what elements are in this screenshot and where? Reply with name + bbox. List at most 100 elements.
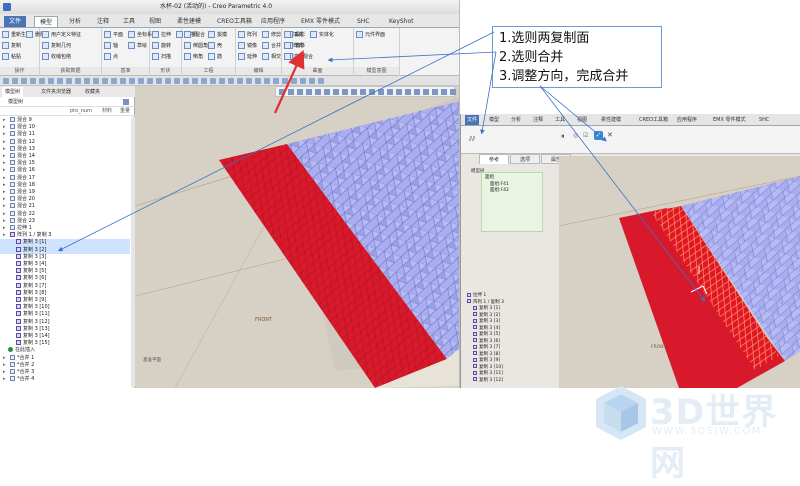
view-toolbar-icon[interactable] xyxy=(396,89,402,95)
tree-2-item[interactable]: 复制 3 [2] xyxy=(473,312,500,318)
ribbon-button[interactable]: 草绘 xyxy=(128,42,147,49)
view-toolbar-icon[interactable] xyxy=(405,89,411,95)
tree-2-item[interactable]: 复制 3 [5] xyxy=(473,331,500,337)
ribbon-button[interactable]: 坐标系 xyxy=(128,31,152,38)
preview-icon[interactable]: ◎ xyxy=(573,132,578,139)
ribbon-button[interactable]: 倒圆角 xyxy=(184,42,208,49)
view-toolbar-icon[interactable] xyxy=(351,89,357,95)
toolbar-icon[interactable] xyxy=(300,78,306,84)
toolbar-icon[interactable] xyxy=(228,78,234,84)
nav-tab[interactable]: 文件夹浏览器 xyxy=(38,87,74,97)
expand-arrow-icon[interactable]: ▸ xyxy=(3,196,6,203)
view-toolbar-icon[interactable] xyxy=(315,89,321,95)
tree-item[interactable]: 复制 3 [2] xyxy=(0,246,130,254)
tree-item[interactable]: ▸ 混合 22 xyxy=(0,210,130,218)
expand-arrow-icon[interactable]: ▸ xyxy=(3,124,6,131)
tree-item[interactable]: 复制 3 [7] xyxy=(0,282,130,290)
toolbar-icon[interactable] xyxy=(3,78,9,84)
expand-arrow-icon[interactable]: ▸ xyxy=(3,182,6,189)
tree-item[interactable]: 复制 3 [12] xyxy=(0,318,130,326)
toolbar-icon[interactable] xyxy=(201,78,207,84)
tree-item[interactable]: 在此插入 xyxy=(0,347,130,354)
tree-item[interactable]: ▸ *合并 1 xyxy=(0,354,130,362)
expand-arrow-icon[interactable]: ▸ xyxy=(3,369,6,376)
toolbar-icon[interactable] xyxy=(39,78,45,84)
verify-icon[interactable]: ☑ xyxy=(583,132,588,139)
ribbon-group-label[interactable]: 编辑 xyxy=(236,67,281,75)
tree-item[interactable]: 复制 3 [14] xyxy=(0,333,130,340)
ribbon-button[interactable]: 复制几何 xyxy=(42,42,71,49)
menu-tab-2[interactable]: 模型 xyxy=(487,115,501,125)
toolbar-icon[interactable] xyxy=(111,78,117,84)
expand-arrow-icon[interactable]: ▸ xyxy=(3,218,6,225)
tree-2-item[interactable]: 拉伸 1 xyxy=(467,292,486,298)
ribbon-button[interactable]: 边界混合 xyxy=(284,53,313,60)
toolbar-icon[interactable] xyxy=(309,78,315,84)
ribbon-button[interactable]: 收缩包络 xyxy=(42,53,71,60)
ribbon-button[interactable]: 复制 xyxy=(2,42,21,49)
toolbar-icon[interactable] xyxy=(138,78,144,84)
merge-icons[interactable]: ⫽⫽ xyxy=(469,135,475,144)
ribbon-group-label[interactable]: 模型意图 xyxy=(354,67,399,75)
ribbon-button[interactable]: 样式 xyxy=(284,42,303,49)
view-toolbar-icon[interactable] xyxy=(369,89,375,95)
menu-tab-2[interactable]: 工具 xyxy=(553,115,567,125)
tree-2-item[interactable]: 复制 3 [4] xyxy=(473,325,500,331)
ribbon-button[interactable]: 拉伸 xyxy=(152,31,171,38)
merge-subtab[interactable]: 选项 xyxy=(510,154,540,164)
tree-2-item[interactable]: 复制 3 [11] xyxy=(473,370,503,376)
menu-tab[interactable]: KeyShot xyxy=(384,16,419,27)
menu-tab[interactable]: 应用程序 xyxy=(256,16,290,27)
tree-item[interactable]: ▸ 混合 11 xyxy=(0,131,130,138)
toolbar-icon[interactable] xyxy=(75,78,81,84)
toolbar-icon[interactable] xyxy=(192,78,198,84)
toolbar-icon[interactable] xyxy=(264,78,270,84)
tree-2-item[interactable]: 复制 3 [7] xyxy=(473,344,500,350)
toolbar-icon[interactable] xyxy=(66,78,72,84)
view-toolbar-icon[interactable] xyxy=(297,89,303,95)
graphics-viewport-2[interactable]: FRONT xyxy=(559,156,800,388)
column-material[interactable]: 材料 xyxy=(102,107,112,116)
ref-item-2[interactable]: 面组:F42 xyxy=(482,187,542,193)
tree-item[interactable]: ▸ 混合 16 xyxy=(0,167,130,174)
nav-tab[interactable]: 模型树 xyxy=(2,87,24,97)
view-toolbar-icon[interactable] xyxy=(306,89,312,95)
references-box[interactable]: 面组 面组:F41 面组:F42 xyxy=(481,172,543,232)
expand-arrow-icon[interactable]: ▸ xyxy=(3,189,6,196)
ribbon-button[interactable]: 相交 xyxy=(262,53,281,60)
toolbar-icon[interactable] xyxy=(273,78,279,84)
ribbon-button[interactable]: 阵列 xyxy=(238,31,257,38)
menu-tab-2[interactable]: 柔性建模 xyxy=(599,115,623,125)
toolbar-icon[interactable] xyxy=(174,78,180,84)
tree-item[interactable]: 复制 3 [11] xyxy=(0,311,130,318)
expand-arrow-icon[interactable]: ▸ xyxy=(3,117,6,124)
column-weight[interactable]: 重量 xyxy=(120,107,130,116)
menu-tab[interactable]: 工具 xyxy=(118,16,140,27)
expand-arrow-icon[interactable]: ▸ xyxy=(3,211,6,218)
menu-tab[interactable]: 柔性建模 xyxy=(172,16,206,27)
toolbar-icon[interactable] xyxy=(291,78,297,84)
ribbon-button[interactable]: 拔模 xyxy=(208,31,227,38)
ribbon-button[interactable]: 用户定义特征 xyxy=(42,31,81,38)
ribbon-group-label[interactable]: 基准 xyxy=(102,67,149,75)
tree-item[interactable]: ▸ 混合 17 xyxy=(0,174,130,182)
ribbon-button[interactable]: 粘贴 xyxy=(2,53,21,60)
menu-tab[interactable]: 分析 xyxy=(64,16,86,27)
menu-tab-2[interactable]: CREO工具箱 xyxy=(637,115,670,125)
view-toolbar-icon[interactable] xyxy=(342,89,348,95)
tree-2-item[interactable]: 复制 3 [12] xyxy=(473,377,503,383)
menu-tab-2[interactable]: 视图 xyxy=(575,115,589,125)
toolbar-icon[interactable] xyxy=(255,78,261,84)
toolbar-icon[interactable] xyxy=(48,78,54,84)
ribbon-group-label[interactable]: 操作 xyxy=(0,67,39,75)
view-toolbar-icon[interactable] xyxy=(432,89,438,95)
ribbon-group-label[interactable]: 形状 xyxy=(150,67,181,75)
cancel-icon[interactable]: ✕ xyxy=(607,131,613,139)
menu-tab[interactable]: SHC xyxy=(352,16,375,27)
expand-arrow-icon[interactable]: ▸ xyxy=(3,376,6,383)
ribbon-button[interactable]: 元件界面 xyxy=(356,31,385,38)
expand-arrow-icon[interactable]: ▸ xyxy=(3,362,6,369)
tree-2-item[interactable]: 复制 3 [9] xyxy=(473,357,500,363)
ribbon-button[interactable]: 镜像 xyxy=(238,42,257,49)
pause-icon[interactable]: ⏸ xyxy=(561,132,565,141)
